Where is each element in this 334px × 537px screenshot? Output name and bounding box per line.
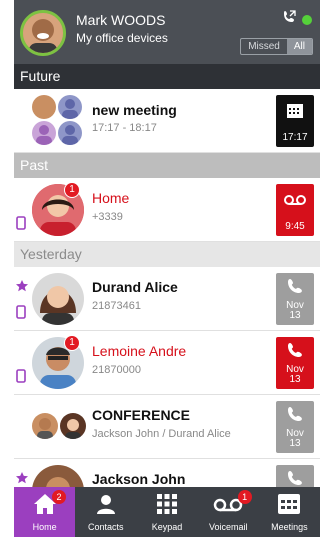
bottom-nav: 2 Home Contacts Keypad 1 Voicemail Meeti… [14, 487, 320, 537]
item-subtitle: 21870000 [92, 364, 141, 376]
mobile-icon [16, 216, 26, 235]
participant-avatar [32, 95, 56, 119]
nav-label: Keypad [151, 522, 183, 532]
phone-icon [286, 407, 304, 426]
nav-contacts[interactable]: Contacts [75, 487, 136, 537]
phone-icon [286, 279, 304, 298]
missed-call-tile[interactable]: Nov 13 [276, 337, 314, 389]
voicemail-icon [212, 498, 244, 515]
user-avatar[interactable] [20, 10, 66, 56]
mobile-icon [16, 305, 26, 324]
participant-avatar [60, 413, 86, 439]
header: Mark WOODS My office devices Missed All [14, 0, 320, 64]
meeting-tile[interactable]: 17:17 [276, 95, 314, 147]
nav-voicemail[interactable]: 1 Voicemail [198, 487, 259, 537]
nav-label: Voicemail [208, 522, 248, 532]
nav-home[interactable]: 2 Home [14, 487, 76, 537]
tile-date: Nov 13 [286, 300, 304, 321]
home-icon [33, 494, 57, 517]
phone-icon [286, 343, 304, 362]
missed-badge: 1 [64, 182, 80, 198]
missed-badge: 1 [64, 335, 80, 351]
contact-avatar [32, 273, 84, 325]
item-subtitle: 17:17 - 18:17 [92, 122, 157, 134]
mobile-icon [16, 369, 26, 388]
list-item[interactable]: CONFERENCE Jackson John / Durand Alice N… [14, 395, 320, 459]
item-title: Jackson John [92, 471, 186, 487]
list-item[interactable]: 1 Home +3339 9:45 [14, 178, 320, 242]
device-label[interactable]: My office devices [76, 31, 168, 45]
meetings-icon [277, 494, 301, 517]
nav-label: Home [32, 522, 57, 532]
item-title: new meeting [92, 102, 177, 118]
participant-avatar [58, 121, 82, 145]
item-title: Durand Alice [92, 279, 178, 295]
section-yesterday: Yesterday [14, 242, 320, 267]
tile-date: Nov 13 [286, 428, 304, 449]
favorite-star-icon[interactable] [16, 279, 28, 297]
item-subtitle: +3339 [92, 211, 123, 223]
participant-avatar [32, 413, 58, 439]
contacts-icon [95, 495, 117, 517]
voicemail-icon [283, 195, 307, 209]
presence-status-icon[interactable] [302, 14, 312, 25]
list-item[interactable]: Durand Alice 21873461 Nov 13 [14, 267, 320, 331]
app-frame: Mark WOODS My office devices Missed All … [14, 0, 320, 537]
nav-label: Contacts [88, 522, 124, 532]
filter-missed-button[interactable]: Missed [241, 39, 287, 54]
user-name: Mark WOODS [76, 12, 166, 28]
filter-toggle: Missed All [240, 38, 313, 55]
tile-time: 9:45 [285, 221, 305, 232]
list-item[interactable]: 1 Lemoine Andre 21870000 Nov 13 [14, 331, 320, 395]
participant-avatar [32, 121, 56, 145]
item-title: Home [92, 190, 130, 206]
filter-all-button[interactable]: All [286, 39, 312, 54]
calendar-icon [286, 104, 304, 122]
home-badge: 2 [52, 490, 66, 504]
keypad-icon [156, 494, 178, 517]
item-subtitle: Jackson John / Durand Alice [92, 428, 231, 440]
nav-keypad[interactable]: Keypad [136, 487, 197, 537]
participant-avatar [58, 95, 82, 119]
call-forward-icon[interactable] [282, 10, 296, 29]
section-future: Future [14, 64, 320, 89]
voicemail-badge: 1 [237, 490, 252, 504]
nav-label: Meetings [271, 522, 308, 532]
item-title: Lemoine Andre [92, 343, 187, 359]
item-title: CONFERENCE [92, 407, 191, 423]
tile-date: Nov 13 [286, 364, 304, 385]
call-tile[interactable]: Nov 13 [276, 401, 314, 453]
item-subtitle: 21873461 [92, 300, 141, 312]
tile-time: 17:17 [282, 132, 308, 143]
nav-meetings[interactable]: Meetings [259, 487, 320, 537]
call-tile[interactable]: Nov 13 [276, 273, 314, 325]
voicemail-tile[interactable]: 9:45 [276, 184, 314, 236]
list-item[interactable]: new meeting 17:17 - 18:17 17:17 [14, 89, 320, 153]
section-past: Past [14, 153, 320, 178]
